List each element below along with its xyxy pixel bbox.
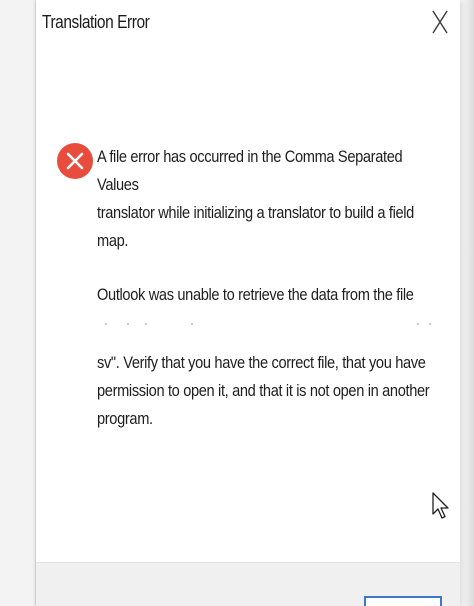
dialog-title: Translation Error <box>42 12 150 32</box>
ok-button[interactable] <box>364 596 442 606</box>
error-paragraph-1: A file error has occurred in the Comma S… <box>97 147 414 250</box>
translation-error-dialog: Translation Error A file error has occur… <box>36 0 460 606</box>
close-button[interactable] <box>426 6 454 38</box>
close-icon <box>432 10 448 34</box>
error-paragraph-3: sv". Verify that you have the correct fi… <box>97 353 430 428</box>
dialog-titlebar[interactable]: Translation Error <box>36 0 460 44</box>
background-window-strip <box>0 0 36 606</box>
dialog-footer <box>36 562 460 606</box>
screen: Translation Error A file error has occur… <box>0 0 474 606</box>
redacted-file-path <box>97 309 437 337</box>
mouse-pointer-icon <box>432 492 449 519</box>
error-icon <box>56 142 94 180</box>
error-message: A file error has occurred in the Comma S… <box>97 143 437 433</box>
background-window-edge <box>460 0 474 606</box>
error-paragraph-2: Outlook was unable to retrieve the data … <box>97 285 414 304</box>
